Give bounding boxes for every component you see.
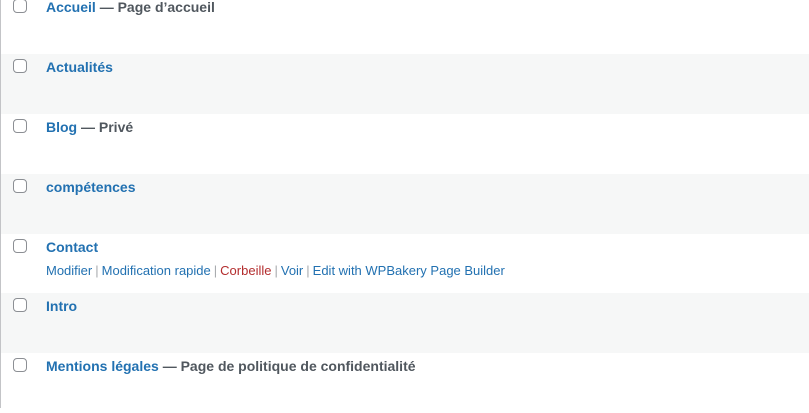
page-title-link[interactable]: Intro bbox=[46, 298, 77, 314]
page-title-cell: Intro bbox=[46, 298, 77, 314]
page-title-cell: Mentions légales — Page de politique de … bbox=[46, 358, 416, 374]
row-checkbox[interactable] bbox=[13, 179, 27, 193]
row-checkbox[interactable] bbox=[13, 358, 27, 372]
post-state: Page de politique de confidentialité bbox=[180, 358, 416, 374]
row-actions: Modifier | Modification rapide | Corbeille | V… bbox=[46, 263, 505, 279]
post-state: Privé bbox=[98, 119, 134, 135]
view-link[interactable]: Voir bbox=[281, 263, 303, 278]
page-title-cell: compétences bbox=[46, 179, 135, 195]
edit-link[interactable]: Modifier bbox=[46, 263, 92, 278]
page-title-link[interactable]: Mentions légales bbox=[46, 358, 159, 374]
page-title-cell: Contact bbox=[46, 239, 98, 255]
quick-edit-link[interactable]: Modification rapide bbox=[102, 263, 211, 278]
page-title-link[interactable]: compétences bbox=[46, 179, 135, 195]
wpbakery-edit-link[interactable]: Edit with WPBakery Page Builder bbox=[313, 263, 505, 278]
action-separator: | bbox=[213, 263, 218, 278]
page-title-link[interactable]: Contact bbox=[46, 239, 98, 255]
table-row: Contact Modifier | Modification rapide | Cor… bbox=[1, 234, 809, 294]
state-separator: — bbox=[158, 358, 181, 374]
page-title-link[interactable]: Blog bbox=[46, 119, 77, 135]
table-row: Accueil — Page d’accueil bbox=[1, 0, 809, 54]
action-separator: | bbox=[95, 263, 99, 278]
pages-list: Accueil — Page d’accueil Actualités Blog… bbox=[0, 0, 809, 408]
page-title-cell: Accueil — Page d’accueil bbox=[46, 0, 215, 15]
action-separator: | bbox=[306, 263, 310, 278]
row-checkbox[interactable] bbox=[13, 239, 27, 253]
trash-link[interactable]: Corbeille bbox=[220, 263, 271, 278]
action-separator: | bbox=[274, 263, 278, 278]
table-row: Mentions légales — Page de politique de … bbox=[1, 353, 809, 413]
row-checkbox[interactable] bbox=[13, 0, 27, 13]
row-checkbox[interactable] bbox=[13, 59, 27, 73]
table-row: Blog — Privé bbox=[1, 114, 809, 174]
table-row: compétences bbox=[1, 174, 809, 234]
page-title-link[interactable]: Accueil bbox=[46, 0, 96, 15]
page-title-cell: Actualités bbox=[46, 59, 113, 75]
post-state: Page d’accueil bbox=[117, 0, 215, 15]
table-row: Actualités bbox=[1, 54, 809, 114]
table-row: Intro bbox=[1, 293, 809, 353]
page-title-cell: Blog — Privé bbox=[46, 119, 133, 135]
state-separator: — bbox=[77, 119, 99, 135]
row-checkbox[interactable] bbox=[13, 119, 27, 133]
page-title-link[interactable]: Actualités bbox=[46, 59, 113, 75]
state-separator: — bbox=[95, 0, 118, 15]
row-checkbox[interactable] bbox=[13, 298, 27, 312]
